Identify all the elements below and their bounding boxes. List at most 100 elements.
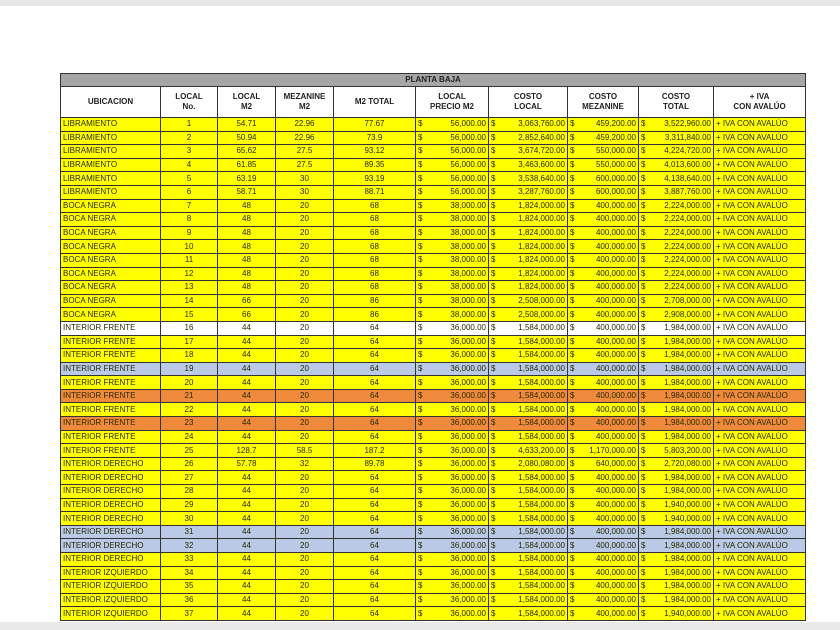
- cell-cmez[interactable]: $400,000.00: [567, 538, 639, 553]
- cell-iva[interactable]: + IVA CON AVALÚO: [712, 171, 807, 186]
- cell-no[interactable]: 19: [160, 361, 218, 377]
- cell-ctot[interactable]: $1,984,000.00: [638, 470, 714, 486]
- cell-iva[interactable]: + IVA CON AVALÚO: [712, 348, 807, 363]
- cell-ctot[interactable]: $4,138,640.00: [638, 171, 714, 186]
- cell-no[interactable]: 10: [160, 239, 218, 254]
- cell-m2[interactable]: 44: [217, 497, 276, 513]
- cell-cmez[interactable]: $400,000.00: [567, 348, 639, 363]
- cell-cmez[interactable]: $400,000.00: [567, 212, 639, 227]
- cell-iva[interactable]: + IVA CON AVALÚO: [712, 388, 807, 404]
- cell-no[interactable]: 25: [160, 443, 218, 458]
- cell-mez[interactable]: 20: [275, 320, 334, 336]
- cell-precio[interactable]: $36,000.00: [415, 565, 489, 581]
- cell-m2[interactable]: 44: [217, 470, 276, 486]
- cell-cmez[interactable]: $400,000.00: [567, 511, 639, 526]
- cell-cmez[interactable]: $400,000.00: [567, 252, 639, 268]
- cell-mez[interactable]: 27.5: [275, 157, 334, 173]
- cell-no[interactable]: 22: [160, 402, 218, 418]
- cell-m2[interactable]: 48: [217, 280, 276, 295]
- cell-m2[interactable]: 48: [217, 266, 276, 282]
- cell-ctot[interactable]: $1,984,000.00: [638, 375, 714, 390]
- cell-no[interactable]: 6: [160, 184, 218, 200]
- cell-no[interactable]: 8: [160, 212, 218, 227]
- cell-ctot[interactable]: $1,940,000.00: [638, 511, 714, 526]
- cell-iva[interactable]: + IVA CON AVALÚO: [712, 212, 807, 227]
- cell-ub[interactable]: INTERIOR DERECHO: [60, 511, 161, 526]
- cell-m2[interactable]: 44: [217, 375, 276, 390]
- cell-ub[interactable]: INTERIOR DERECHO: [60, 470, 161, 486]
- cell-cmez[interactable]: $400,000.00: [567, 470, 639, 486]
- cell-ctot[interactable]: $2,224,000.00: [638, 225, 714, 241]
- cell-tot[interactable]: 64: [333, 592, 416, 608]
- cell-local[interactable]: $1,584,000.00: [488, 416, 568, 431]
- cell-mez[interactable]: 20: [275, 252, 334, 268]
- cell-iva[interactable]: + IVA CON AVALÚO: [712, 565, 807, 581]
- cell-local[interactable]: $1,584,000.00: [488, 497, 568, 513]
- cell-ub[interactable]: INTERIOR DERECHO: [60, 538, 161, 553]
- cell-iva[interactable]: + IVA CON AVALÚO: [712, 280, 807, 295]
- cell-iva[interactable]: + IVA CON AVALÚO: [712, 443, 807, 458]
- cell-no[interactable]: 11: [160, 252, 218, 268]
- cell-precio[interactable]: $38,000.00: [415, 293, 489, 309]
- cell-cmez[interactable]: $400,000.00: [567, 416, 639, 431]
- cell-iva[interactable]: + IVA CON AVALÚO: [712, 592, 807, 608]
- cell-ub[interactable]: BOCA NEGRA: [60, 280, 161, 295]
- cell-ub[interactable]: LIBRAMIENTO: [60, 130, 161, 146]
- cell-mez[interactable]: 20: [275, 402, 334, 418]
- cell-mez[interactable]: 20: [275, 280, 334, 295]
- cell-m2[interactable]: 44: [217, 511, 276, 526]
- cell-no[interactable]: 36: [160, 592, 218, 608]
- cell-iva[interactable]: + IVA CON AVALÚO: [712, 361, 807, 377]
- cell-m2[interactable]: 44: [217, 388, 276, 404]
- cell-cmez[interactable]: $400,000.00: [567, 484, 639, 499]
- cell-cmez[interactable]: $550,000.00: [567, 157, 639, 173]
- cell-mez[interactable]: 20: [275, 225, 334, 241]
- cell-m2[interactable]: 54.71: [217, 117, 276, 132]
- cell-ctot[interactable]: $1,984,000.00: [638, 484, 714, 499]
- cell-iva[interactable]: + IVA CON AVALÚO: [712, 130, 807, 146]
- cell-precio[interactable]: $38,000.00: [415, 198, 489, 214]
- cell-local[interactable]: $1,824,000.00: [488, 225, 568, 241]
- cell-m2[interactable]: 61.85: [217, 157, 276, 173]
- cell-ctot[interactable]: $1,984,000.00: [638, 402, 714, 418]
- cell-mez[interactable]: 20: [275, 429, 334, 445]
- cell-ub[interactable]: BOCA NEGRA: [60, 212, 161, 227]
- cell-ub[interactable]: INTERIOR FRENTE: [60, 375, 161, 390]
- cell-cmez[interactable]: $400,000.00: [567, 307, 639, 322]
- cell-no[interactable]: 13: [160, 280, 218, 295]
- cell-iva[interactable]: + IVA CON AVALÚO: [712, 320, 807, 336]
- cell-m2[interactable]: 48: [217, 225, 276, 241]
- cell-local[interactable]: $2,080,080.00: [488, 456, 568, 472]
- cell-ctot[interactable]: $2,908,000.00: [638, 307, 714, 322]
- cell-mez[interactable]: 20: [275, 361, 334, 377]
- cell-no[interactable]: 15: [160, 307, 218, 322]
- cell-m2[interactable]: 48: [217, 198, 276, 214]
- cell-m2[interactable]: 63.19: [217, 171, 276, 186]
- cell-iva[interactable]: + IVA CON AVALÚO: [712, 552, 807, 567]
- cell-mez[interactable]: 20: [275, 307, 334, 322]
- cell-precio[interactable]: $56,000.00: [415, 130, 489, 146]
- cell-m2[interactable]: 128.7: [217, 443, 276, 458]
- cell-tot[interactable]: 64: [333, 416, 416, 431]
- cell-precio[interactable]: $36,000.00: [415, 456, 489, 472]
- cell-mez[interactable]: 20: [275, 592, 334, 608]
- cell-tot[interactable]: 64: [333, 538, 416, 553]
- cell-ub[interactable]: LIBRAMIENTO: [60, 184, 161, 200]
- cell-m2[interactable]: 48: [217, 212, 276, 227]
- cell-tot[interactable]: 93.12: [333, 144, 416, 159]
- cell-m2[interactable]: 44: [217, 592, 276, 608]
- cell-ub[interactable]: INTERIOR IZQUIERDO: [60, 592, 161, 608]
- cell-no[interactable]: 21: [160, 388, 218, 404]
- cell-tot[interactable]: 68: [333, 198, 416, 214]
- cell-mez[interactable]: 20: [275, 565, 334, 581]
- cell-ctot[interactable]: $1,984,000.00: [638, 524, 714, 540]
- cell-mez[interactable]: 58.5: [275, 443, 334, 458]
- cell-precio[interactable]: $38,000.00: [415, 307, 489, 322]
- cell-cmez[interactable]: $400,000.00: [567, 375, 639, 390]
- cell-local[interactable]: $1,584,000.00: [488, 524, 568, 540]
- cell-cmez[interactable]: $400,000.00: [567, 402, 639, 418]
- cell-ctot[interactable]: $1,984,000.00: [638, 538, 714, 553]
- cell-local[interactable]: $1,824,000.00: [488, 280, 568, 295]
- cell-precio[interactable]: $56,000.00: [415, 157, 489, 173]
- cell-ctot[interactable]: $3,311,840.00: [638, 130, 714, 146]
